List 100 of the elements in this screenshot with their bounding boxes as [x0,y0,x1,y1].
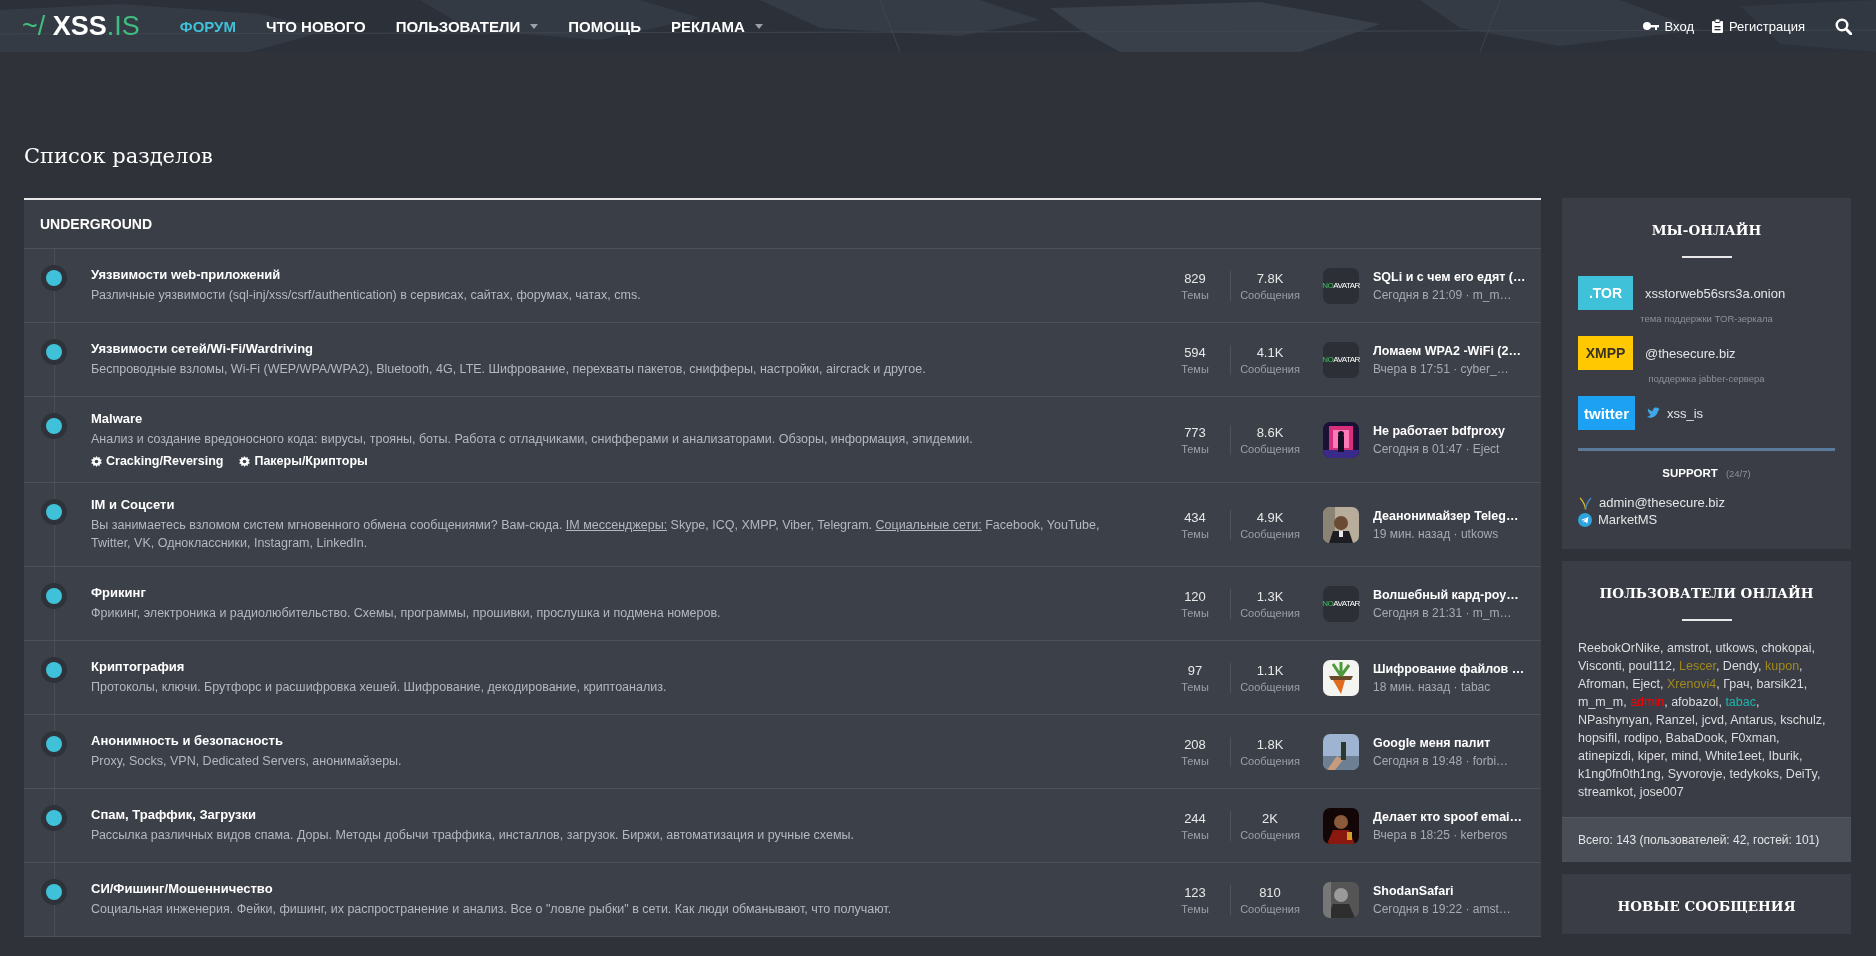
category-link[interactable]: Социальные сети: [875,518,982,532]
user-link[interactable]: tabac, [1725,695,1760,709]
user-link[interactable]: kschulz, [1780,713,1826,727]
user-link[interactable]: mind, [1671,749,1702,763]
user-link[interactable]: barsik21, [1756,677,1808,691]
user-link[interactable]: k1ng0fn0th1ng, [1578,767,1665,781]
category-link[interactable]: IM мессенджеры: [565,518,668,532]
user-link[interactable]: jose007 [1639,785,1684,799]
forum-description: Анализ и создание вредоносного кода: вирусы, трояны, боты. Работа с отладчиками, снифферами и анализаторами. Обзоры, информация, эпидемии. [91,431,974,448]
forum-description: Социальная инженерия. Фейки, фишинг, их распространение и анализ. Все о "ловле рыбки" в сети. Как люди обманывают, что получают. [91,901,893,918]
forum-link[interactable]: Уязвимости сетей/Wi-Fi/Wardriving [91,341,1140,356]
thread-link[interactable]: SQLi и с чем его едят (… [1373,269,1526,284]
forum-description: Беспроводные взломы, Wi-Fi (WEP/WPA/WPA2), Bluetooth, 4G, LTE. Шифрование, перехваты пакетов, снифферы, настройки, aircrack и другое. [91,361,927,378]
thread-count: 120 [1184,588,1206,604]
user-link[interactable]: tedykoks, [1729,767,1783,781]
avatar-placeholder[interactable]: NOAVATAR [1323,267,1359,304]
support-contact: MarketMS [1598,512,1658,527]
forum-description: Различные уязвимости (sql-inj/xss/csrf/authentication) в сервисах, сайтах, форумах, чатах, cms. [91,287,642,304]
user-link[interactable]: Eject, [1632,677,1664,691]
forum-link[interactable]: IM и Соцсети [91,497,1140,512]
user-link[interactable]: Dendy, [1722,659,1762,673]
post-meta: Сегодня в 19:22 · amst… [1373,901,1511,916]
user-link[interactable]: jcvd, [1701,713,1728,727]
count-label: Темы [1181,754,1209,767]
user-link[interactable]: kupon, [1765,659,1803,673]
service-badge[interactable]: XMPP [1578,336,1633,370]
user-link[interactable]: kiper, [1637,749,1668,763]
user-link[interactable]: rodipo, [1623,731,1663,745]
user-link[interactable]: poul112, [1628,659,1676,673]
nav-tab[interactable]: ЧТО НОВОГО [265,17,366,35]
subforum-link[interactable]: Пакеры/Крипторы [239,454,368,468]
nav-tab[interactable]: ПОЛЬЗОВАТЕЛИ [395,17,539,35]
count-label: Сообщения [1240,362,1300,375]
user-link[interactable]: Visconti, [1578,659,1626,673]
user-link[interactable]: White1eet, [1705,749,1765,763]
thread-link[interactable]: Шифрование файлов … [1373,661,1525,676]
user-link[interactable]: Lescer, [1679,659,1720,673]
count-label: Темы [1181,442,1209,455]
forum-link[interactable]: Криптография [91,659,1140,674]
user-link[interactable]: atinepizdi, [1578,749,1635,763]
forum-description: Протоколы, ключи. Брутфорс и расшифровка хешей. Шифрование, декодирование, криптоанализ. [91,679,668,696]
user-link[interactable]: Iburik, [1768,749,1803,763]
user-link[interactable]: streamkot, [1578,785,1637,799]
count-label: Сообщения [1240,442,1300,455]
count-label: Сообщения [1240,902,1300,915]
post-meta: 18 мин. назад · tabac [1373,679,1492,694]
user-link[interactable]: Afroman, [1578,677,1629,691]
user-link[interactable]: hopsifil, [1578,731,1621,745]
user-link[interactable]: utkows, [1715,641,1758,655]
thread-count: 123 [1184,884,1206,900]
user-link[interactable]: Syvorovje, [1667,767,1727,781]
nav-tab[interactable]: ФОРУМ [179,17,236,35]
thread-link[interactable]: Ломаем WPA2 -WiFi (2… [1373,343,1521,358]
thread-link[interactable]: ShodanSafari [1373,883,1511,898]
user-link[interactable]: Antarus, [1730,713,1777,727]
forum-link[interactable]: СИ/Фишинг/Мошенничество [91,881,1140,896]
user-link[interactable]: chokopai, [1761,641,1815,655]
login-link[interactable]: Вход [1642,18,1694,34]
thread-link[interactable]: Делает кто spoof emai… [1373,809,1523,824]
message-count: 4.9K [1256,509,1284,525]
user-link[interactable]: Грач, [1723,677,1753,691]
avatar-placeholder[interactable]: NOAVATAR [1323,585,1359,622]
user-link[interactable]: amstrot, [1666,641,1713,655]
forum-description: Proxy, Socks, VPN, Dedicated Servers, анонимайзеры. [91,753,403,770]
forum-link[interactable]: Уязвимости web-приложений [91,267,1140,282]
user-link[interactable]: Ranzel, [1655,713,1699,727]
user-link[interactable]: NPashynyan, [1578,713,1653,727]
forum-link[interactable]: Анонимность и безопасность [91,733,1140,748]
user-link[interactable]: F0xman, [1730,731,1780,745]
thread-link[interactable]: Не работает bdfproxy [1373,423,1505,438]
user-link[interactable]: afobazol, [1671,695,1722,709]
subforum-link[interactable]: Cracking/Reversing [91,454,224,468]
forum-link[interactable]: Malware [91,411,1140,426]
thread-count: 97 [1187,662,1203,678]
forum-link[interactable]: Фрикинг [91,585,1140,600]
user-link[interactable]: m_m_m, [1578,695,1627,709]
thread-link[interactable]: Google меня палит [1373,735,1509,750]
message-count: 1.1K [1256,662,1284,678]
contact-address: @thesecure.biz [1645,345,1736,361]
count-label: Сообщения [1240,288,1300,301]
user-link[interactable]: DeiTy, [1785,767,1821,781]
user-link[interactable]: admin, [1630,695,1668,709]
nav-tab[interactable]: РЕКЛАМА [670,17,763,35]
avatar-placeholder[interactable]: NOAVATAR [1323,341,1359,378]
thread-count: 773 [1184,424,1206,440]
thread-link[interactable]: Волшебный кард-роу… [1373,587,1519,602]
post-meta: Вчера в 18:25 · kerberos [1373,827,1509,842]
unread-dot-icon [41,731,67,757]
forum-link[interactable]: Спам, Траффик, Загрузки [91,807,1140,822]
search-icon[interactable] [1835,17,1852,35]
count-label: Темы [1181,902,1209,915]
thread-link[interactable]: Деанонимайзер Teleg… [1373,508,1519,523]
contact-address: xsstorweb56srs3a.onion [1645,285,1786,301]
user-link[interactable]: ReebokOrNike, [1578,641,1664,655]
forum-description: Вы занимаетесь взломом систем мгновенного обмена сообщениями? Вам-сюда. IM мессенджеры: Skype, ICQ, XMPP, Viber, Telegram. Социальные сети: Facebook, YouTube, Twitter, VK, Одноклассники, Instagram, LinkedIn. [91,517,1101,552]
count-label: Темы [1181,828,1209,841]
nav-tab[interactable]: ПОМОЩЬ [568,17,641,35]
register-link[interactable]: Регистрация [1712,18,1805,34]
user-link[interactable]: BabaDook, [1665,731,1728,745]
site-logo[interactable]: ~/ XSS.IS [22,10,140,42]
